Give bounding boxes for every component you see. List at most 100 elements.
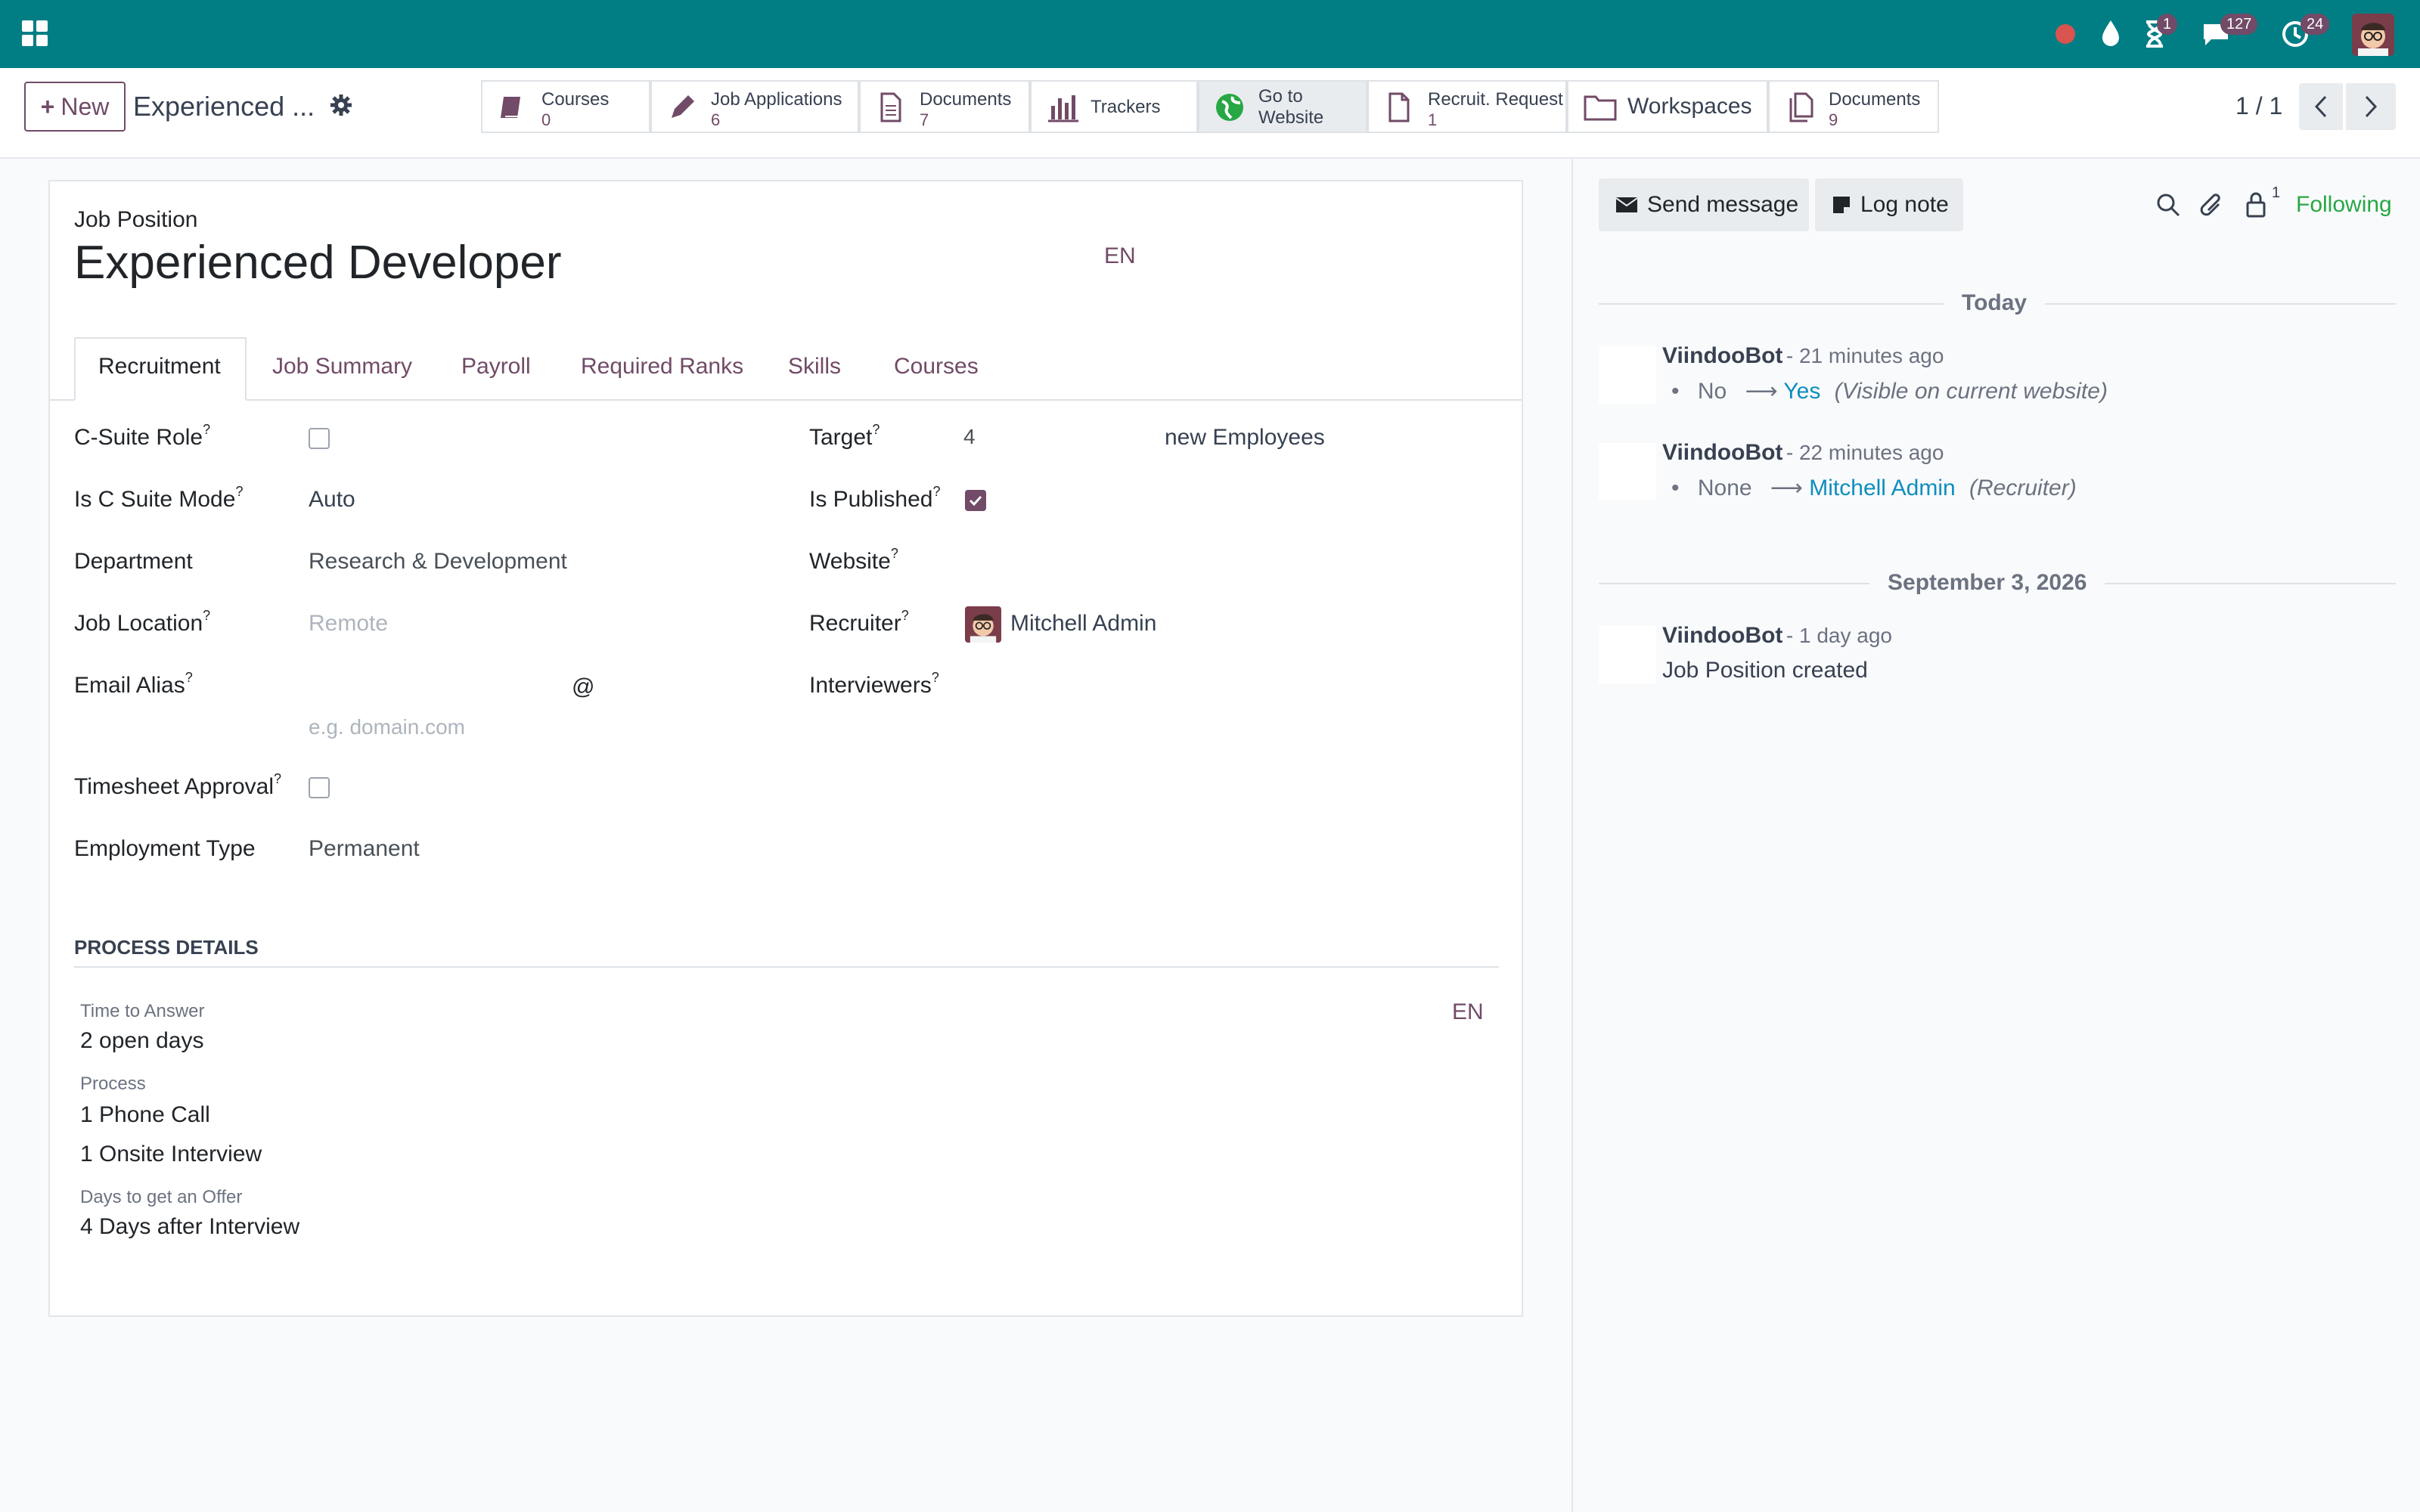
title-lang-button[interactable]: EN	[1104, 243, 1136, 269]
form-sheet: Job Position Experienced Developer EN Re…	[48, 180, 1523, 1317]
process-lang-button[interactable]: EN	[1452, 999, 1484, 1025]
interviewers-label: Interviewers?	[809, 670, 939, 698]
followers-count: 1	[2272, 184, 2281, 201]
job-location-field[interactable]: Remote	[309, 611, 388, 637]
recruiter-label: Recruiter?	[809, 608, 909, 636]
smart-button-trackers[interactable]: Trackers	[1030, 80, 1198, 133]
smart-button-count: 1	[1428, 110, 1438, 129]
pager-previous-button[interactable]	[2299, 83, 2343, 130]
timesheet-approval-checkbox[interactable]	[309, 777, 330, 798]
date-separator-today: Today	[1944, 290, 2046, 316]
apps-menu-icon[interactable]	[21, 20, 48, 47]
job-title-field[interactable]: Experienced Developer	[74, 236, 562, 290]
book-icon	[498, 92, 528, 122]
recruiter-avatar	[965, 606, 1001, 643]
message-body: Job Position created	[1662, 658, 1868, 683]
check-icon	[969, 495, 982, 507]
tab-job-summary[interactable]: Job Summary	[272, 354, 412, 380]
user-avatar[interactable]	[2352, 14, 2394, 56]
process-details-heading: PROCESS DETAILS	[74, 936, 259, 959]
is-c-suite-mode-select[interactable]: Auto	[309, 487, 355, 513]
target-unit: new Employees	[1165, 425, 1325, 450]
following-button[interactable]: Following	[2296, 192, 2392, 218]
target-field[interactable]: 4	[963, 425, 976, 449]
is-published-checkbox[interactable]	[965, 490, 986, 511]
date-separator-sept: September 3, 2026	[1869, 570, 2105, 596]
smart-button-workspaces[interactable]: Workspaces	[1567, 80, 1768, 133]
smart-button-recruit-request[interactable]: Recruit. Request 1	[1367, 80, 1567, 133]
new-button[interactable]: + New	[24, 82, 126, 132]
record-title: Experienced ...	[133, 91, 315, 122]
send-message-button[interactable]: Send message	[1599, 178, 1809, 231]
log-note-label: Log note	[1860, 192, 1949, 217]
process-step-2: 1 Onsite Interview	[80, 1142, 262, 1167]
pencil-icon	[667, 92, 697, 122]
bot-avatar	[1599, 626, 1656, 683]
record-dot-icon[interactable]	[2055, 24, 2075, 44]
pager-value[interactable]: 1 / 1	[2235, 92, 2282, 120]
smart-button-documents-2[interactable]: Documents 9	[1768, 80, 1939, 133]
tab-recruitment-label: Recruitment	[98, 354, 221, 379]
employment-type-field[interactable]: Permanent	[309, 836, 420, 862]
control-panel: + New Experienced ... Courses 0 Job Appl…	[0, 68, 2420, 159]
messages-badge: 127	[2220, 14, 2258, 35]
gear-icon[interactable]	[330, 94, 352, 116]
arrow-right-icon: ⟶	[1745, 379, 1778, 404]
process-step-1: 1 Phone Call	[80, 1102, 210, 1127]
form-header-label: Job Position	[74, 207, 198, 232]
process-details-divider	[74, 966, 1499, 968]
smart-button-job-applications[interactable]: Job Applications 6	[650, 80, 859, 133]
days-to-offer-value: 4 Days after Interview	[80, 1214, 300, 1239]
timesheet-approval-label: Timesheet Approval?	[74, 771, 282, 799]
note-icon	[1833, 197, 1850, 213]
tracking-value: • No ⟶ Yes (Visible on current website)	[1671, 378, 2108, 404]
smart-button-label: Go to	[1258, 86, 1303, 107]
message-time: - 1 day ago	[1786, 624, 1892, 647]
tab-required-ranks[interactable]: Required Ranks	[581, 354, 743, 380]
message-author[interactable]: ViindooBot	[1662, 343, 1782, 368]
log-note-button[interactable]: Log note	[1815, 178, 1963, 231]
new-value: Mitchell Admin	[1809, 476, 1956, 500]
smart-button-count: 9	[1829, 110, 1838, 129]
tab-bar-line	[50, 399, 1522, 401]
search-icon[interactable]	[2155, 192, 2181, 218]
message-header: ViindooBot - 1 day ago	[1662, 623, 1892, 649]
chevron-left-icon	[2314, 95, 2327, 118]
field-name: (Recruiter)	[1969, 476, 2077, 500]
email-alias-label: Email Alias?	[74, 670, 193, 698]
send-message-label: Send message	[1647, 192, 1799, 217]
days-to-offer-label: Days to get an Offer	[80, 1187, 243, 1207]
message-author[interactable]: ViindooBot	[1662, 623, 1782, 648]
new-label: New	[60, 92, 110, 120]
message-author[interactable]: ViindooBot	[1662, 440, 1782, 465]
department-field[interactable]: Research & Development	[309, 549, 567, 575]
target-label: Target?	[809, 422, 880, 450]
email-domain-input[interactable]: e.g. domain.com	[309, 715, 465, 739]
department-label: Department	[74, 549, 193, 574]
drop-icon[interactable]	[2098, 18, 2124, 48]
globe-icon	[1215, 92, 1245, 122]
is-published-label: Is Published?	[809, 484, 941, 512]
bar-chart-icon	[1047, 92, 1078, 122]
smart-button-go-to-website[interactable]: Go to Website	[1198, 80, 1367, 133]
followers-lock-icon[interactable]	[2245, 191, 2267, 218]
email-alias-input[interactable]	[309, 671, 551, 702]
message-time: - 22 minutes ago	[1786, 441, 1944, 464]
website-label: Website?	[809, 546, 898, 574]
tab-skills[interactable]: Skills	[788, 354, 841, 380]
smart-button-courses[interactable]: Courses 0	[481, 80, 650, 133]
time-to-answer-value: 2 open days	[80, 1028, 204, 1053]
smart-button-count: 6	[711, 110, 721, 129]
tab-payroll[interactable]: Payroll	[461, 354, 531, 380]
smart-button-documents[interactable]: Documents 7	[859, 80, 1030, 133]
smart-button-label-2: Website	[1258, 107, 1324, 128]
c-suite-role-checkbox[interactable]	[309, 428, 330, 449]
paperclip-icon[interactable]	[2199, 191, 2225, 219]
message-header: ViindooBot - 21 minutes ago	[1662, 343, 1944, 369]
recruiter-field[interactable]: Mitchell Admin	[1010, 611, 1156, 637]
chevron-right-icon	[2365, 95, 2378, 118]
chatter-panel: Send message Log note 1 Following Today …	[1571, 157, 2420, 1512]
pager-next-button[interactable]	[2346, 83, 2396, 130]
tab-courses[interactable]: Courses	[894, 354, 979, 380]
envelope-icon	[1615, 197, 1638, 212]
